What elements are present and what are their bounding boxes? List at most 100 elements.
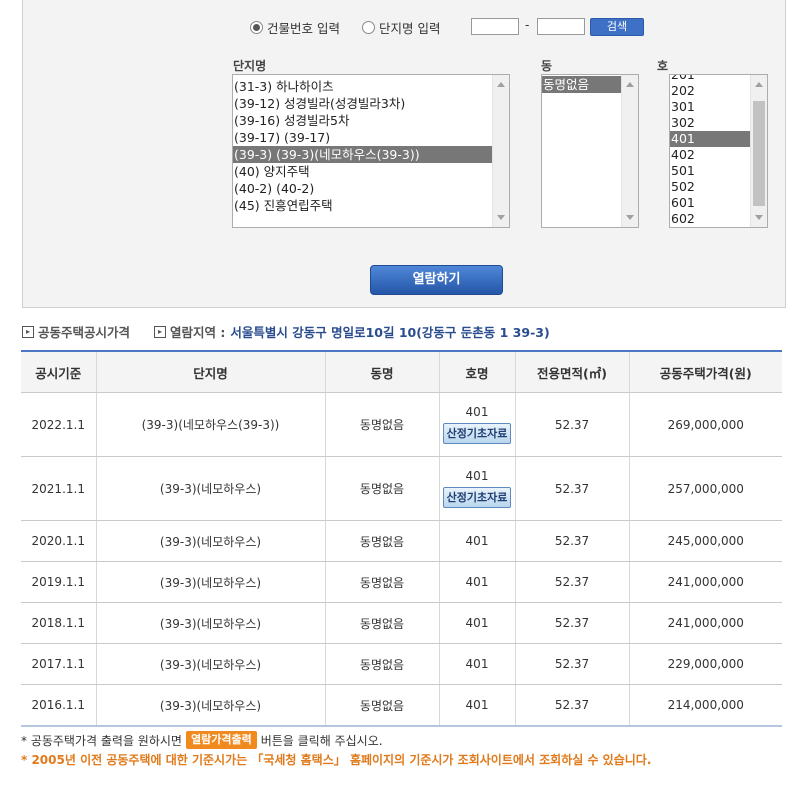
note-before: * 공동주택가격 출력을 원하시면 — [21, 733, 182, 748]
note-after: 버튼을 클릭해 주십시오. — [260, 733, 383, 748]
complex-cell: (39-3)(네모하우스) — [96, 456, 326, 521]
table-row: 2016.1.1 (39-3)(네모하우스) 동명없음 401 52.37 214,000… — [21, 684, 782, 727]
scroll-down-icon[interactable] — [626, 215, 634, 220]
building-number-main-input[interactable] — [471, 18, 519, 35]
dong-scrollbar[interactable] — [621, 75, 638, 227]
scroll-up-icon[interactable] — [755, 82, 763, 87]
hometax-note: * 2005년 이전 공동주택에 대한 기준시가는 「국세청 홈택스」 홈페이지… — [21, 753, 652, 767]
list-item[interactable]: (40-2) (40-2) — [233, 180, 509, 197]
scroll-up-icon[interactable] — [626, 82, 634, 87]
price-cell: 229,000,000 — [629, 643, 782, 685]
arrow-right-icon: ▸ — [154, 325, 167, 338]
region-label: 열람지역 : — [170, 325, 226, 340]
radio-complex-label: 단지명 입력 — [378, 20, 441, 36]
ho-value: 401 — [465, 405, 489, 419]
date-cell: 2019.1.1 — [21, 561, 97, 603]
price-table: 공시기준 단지명 동명 호명 전용면적(㎡) 공동주택가격(원) 2022.1.… — [21, 350, 782, 727]
complex-cell: (39-3)(네모하우스) — [96, 561, 326, 603]
date-cell: 2018.1.1 — [21, 602, 97, 644]
header-date: 공시기준 — [21, 350, 97, 393]
calc-basis-button[interactable]: 산정기초자료 — [442, 487, 512, 508]
region-value: 서울특별시 강동구 명일로10길 10(강동구 둔촌동 1 39-3) — [230, 325, 550, 340]
building-number-sub-input[interactable] — [537, 18, 585, 35]
list-item[interactable]: (39-16) 성경빌라5차 — [233, 112, 509, 129]
header-price: 공동주택가격(원) — [629, 350, 782, 393]
ho-cell: 401 산정기초자료 — [439, 456, 516, 521]
dong-cell: 동명없음 — [325, 643, 440, 685]
area-cell: 52.37 — [515, 456, 630, 521]
scroll-down-icon[interactable] — [755, 215, 763, 220]
table-header-row: 공시기준 단지명 동명 호명 전용면적(㎡) 공동주택가격(원) — [21, 350, 782, 393]
area-cell: 52.37 — [515, 520, 630, 562]
list-item[interactable]: (45) 진흥연립주택 — [233, 197, 509, 214]
area-cell: 52.37 — [515, 643, 630, 685]
price-cell: 241,000,000 — [629, 602, 782, 644]
ho-cell: 401 산정기초자료 — [439, 392, 516, 457]
ho-cell: 401 — [439, 643, 516, 685]
dong-cell: 동명없음 — [325, 684, 440, 727]
arrow-right-icon: ▸ — [22, 325, 34, 338]
search-mode-radios: 건물번호 입력 단지명 입력 — [250, 16, 462, 38]
price-cell: 269,000,000 — [629, 392, 782, 457]
list-item[interactable]: (39-12) 성경빌라(성경빌라3차) — [233, 95, 509, 112]
radio-checked-icon — [250, 20, 263, 34]
search-button[interactable]: 검색 — [590, 18, 644, 36]
date-cell: 2020.1.1 — [21, 520, 97, 562]
header-area: 전용면적(㎡) — [515, 350, 630, 393]
date-cell: 2022.1.1 — [21, 392, 97, 457]
table-row: 2021.1.1 (39-3)(네모하우스) 동명없음 401 산정기초자료 52.37 2… — [21, 456, 782, 521]
area-cell: 52.37 — [515, 561, 630, 603]
date-cell: 2017.1.1 — [21, 643, 97, 685]
header-dong: 동명 — [325, 350, 440, 393]
scroll-up-icon[interactable] — [497, 82, 505, 87]
scroll-thumb[interactable] — [753, 101, 765, 206]
complex-cell: (39-3)(네모하우스) — [96, 643, 326, 685]
dong-cell: 동명없음 — [325, 456, 440, 521]
price-cell: 257,000,000 — [629, 456, 782, 521]
view-button[interactable]: 열람하기 — [370, 265, 503, 295]
dash-separator: - — [525, 18, 530, 32]
print-note: * 공동주택가격 출력을 원하시면 열람가격출력 버튼을 클릭해 주십시오. — [21, 731, 383, 749]
price-cell: 241,000,000 — [629, 561, 782, 603]
list-item[interactable]: (39-17) (39-17) — [233, 129, 509, 146]
ho-value: 401 — [465, 469, 489, 483]
ho-listbox[interactable]: 201 202 301 302 401 402 501 502 601 602 — [669, 74, 768, 228]
complex-listbox[interactable]: (31-3) 하나하이츠 (39-12) 성경빌라(성경빌라3차) (39-16) … — [232, 74, 510, 228]
table-row: 2018.1.1 (39-3)(네모하우스) 동명없음 401 52.37 241,000… — [21, 602, 782, 644]
ho-scrollbar[interactable] — [750, 75, 767, 227]
dong-cell: 동명없음 — [325, 561, 440, 603]
table-row: 2017.1.1 (39-3)(네모하우스) 동명없음 401 52.37 229,000… — [21, 643, 782, 685]
print-price-button[interactable]: 열람가격출력 — [185, 731, 257, 749]
complex-label: 단지명 — [233, 59, 267, 73]
ho-cell: 401 — [439, 561, 516, 603]
dong-cell: 동명없음 — [325, 520, 440, 562]
ho-cell: 401 — [439, 602, 516, 644]
list-item[interactable]: (40) 양지주택 — [233, 163, 509, 180]
price-cell: 214,000,000 — [629, 684, 782, 727]
radio-building-label: 건물번호 입력 — [267, 20, 340, 36]
table-row: 2022.1.1 (39-3)(네모하우스(39-3)) 동명없음 401 산정기초자료… — [21, 392, 782, 457]
calc-basis-button[interactable]: 산정기초자료 — [442, 423, 512, 444]
radio-complex-name[interactable]: 단지명 입력 — [361, 18, 441, 37]
complex-cell: (39-3)(네모하우스) — [96, 602, 326, 644]
area-cell: 52.37 — [515, 684, 630, 727]
ho-label: 호 — [657, 59, 669, 73]
info-row: ▸ 공동주택공시가격 ▸ 열람지역 : 서울특별시 강동구 명일로10길 10(… — [22, 322, 550, 341]
radio-building-number[interactable]: 건물번호 입력 — [250, 18, 340, 37]
complex-scrollbar[interactable] — [492, 75, 509, 227]
table-row: 2020.1.1 (39-3)(네모하우스) 동명없음 401 52.37 245,000… — [21, 520, 782, 562]
radio-unchecked-icon — [361, 20, 375, 34]
list-item[interactable]: (39-3) (39-3)(네모하우스(39-3)) — [233, 146, 509, 163]
scroll-down-icon[interactable] — [497, 215, 505, 220]
list-item[interactable]: (31-3) 하나하이츠 — [233, 78, 509, 95]
dong-listbox[interactable]: 동명없음 — [541, 74, 639, 228]
price-cell: 245,000,000 — [629, 520, 782, 562]
date-cell: 2021.1.1 — [21, 456, 97, 521]
dong-cell: 동명없음 — [325, 392, 440, 457]
complex-cell: (39-3)(네모하우스) — [96, 520, 326, 562]
dong-cell: 동명없음 — [325, 602, 440, 644]
header-ho: 호명 — [439, 350, 516, 393]
ho-cell: 401 — [439, 520, 516, 562]
area-cell: 52.37 — [515, 392, 630, 457]
complex-cell: (39-3)(네모하우스(39-3)) — [96, 392, 326, 457]
